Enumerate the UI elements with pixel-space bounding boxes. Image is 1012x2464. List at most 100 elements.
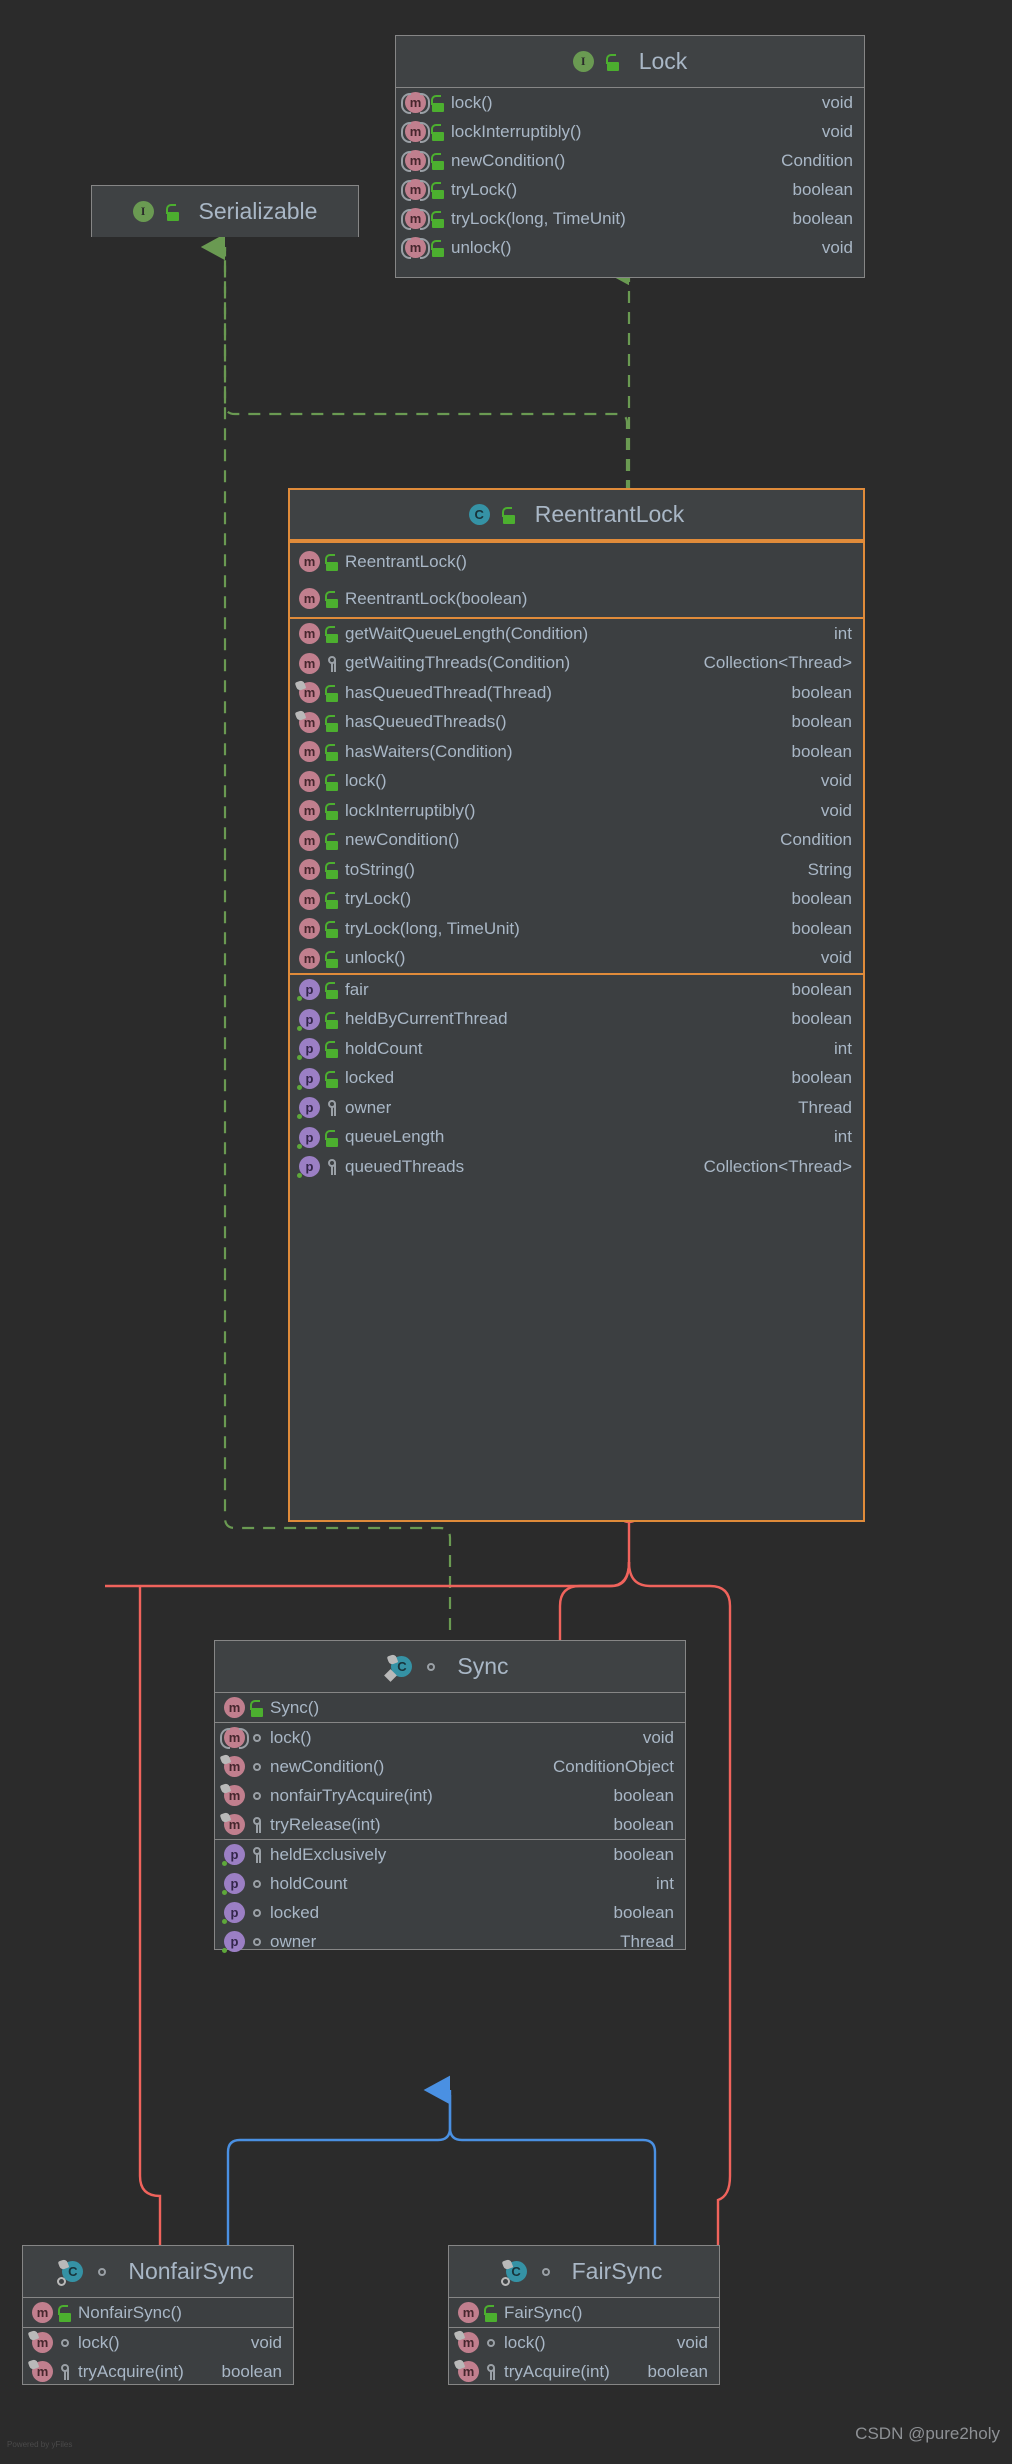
member-row[interactable]: m tryLock() boolean	[290, 885, 863, 915]
member-row[interactable]: m ReentrantLock()	[290, 543, 863, 580]
method-icon: m	[401, 121, 430, 143]
class-box-serializable[interactable]: I Serializable	[91, 185, 359, 237]
watermark-author: CSDN @pure2holy	[855, 2424, 1000, 2443]
members-section-methods: m lock() void m tryAcquire(int) boolean	[23, 2327, 293, 2386]
member-row[interactable]: m lock() void	[290, 767, 863, 797]
member-type: boolean	[791, 979, 852, 999]
member-row[interactable]: m unlock() void	[290, 944, 863, 974]
class-box-sync[interactable]: C Sync m Sync() m lock() void m newCondi…	[214, 1640, 686, 1953]
member-row[interactable]: m lock() void	[449, 2328, 719, 2357]
members-section-methods: m getWaitQueueLength(Condition) int m ge…	[290, 617, 863, 973]
protected-key-icon	[249, 1845, 265, 1864]
member-row[interactable]: m tryLock() boolean	[396, 175, 864, 204]
member-row[interactable]: m nonfairTryAcquire(int) boolean	[215, 1781, 685, 1810]
member-row[interactable]: m getWaitQueueLength(Condition) int	[290, 619, 863, 649]
member-row[interactable]: p queueLength int	[290, 1123, 863, 1153]
method-icon: m	[299, 770, 320, 792]
member-row[interactable]: m lock() void	[396, 88, 864, 117]
member-row[interactable]: m lockInterruptibly() void	[290, 796, 863, 826]
member-name: NonfairSync()	[78, 2302, 182, 2322]
package-private-icon	[94, 2262, 110, 2281]
member-type: boolean	[791, 918, 852, 938]
class-box-nonfairsync[interactable]: C NonfairSync m NonfairSync() m lock() v…	[22, 2245, 294, 2385]
member-row[interactable]: p holdCount int	[290, 1034, 863, 1064]
class-box-fairsync[interactable]: C FairSync m FairSync() m lock() void m	[448, 2245, 720, 2385]
member-row[interactable]: m newCondition() ConditionObject	[215, 1752, 685, 1781]
member-row[interactable]: p heldByCurrentThread boolean	[290, 1005, 863, 1035]
package-private-icon	[423, 1657, 439, 1676]
member-row[interactable]: m newCondition() Condition	[396, 146, 864, 175]
member-name: tryLock(long, TimeUnit)	[345, 918, 520, 938]
member-name: fair	[345, 979, 369, 999]
member-row[interactable]: m lockInterruptibly() void	[396, 117, 864, 146]
member-name: holdCount	[345, 1038, 423, 1058]
package-private-icon	[249, 1903, 265, 1922]
method-icon: m	[401, 179, 430, 201]
member-name: unlock()	[345, 948, 406, 968]
member-row[interactable]: m hasQueuedThreads() boolean	[290, 708, 863, 738]
member-type: Collection<Thread>	[703, 653, 852, 673]
class-box-lock[interactable]: I Lock m lock() void m lockInterruptibly…	[395, 35, 865, 278]
final-class-icon: C	[57, 2261, 84, 2286]
member-name: unlock()	[451, 237, 512, 257]
member-row[interactable]: m tryAcquire(int) boolean	[449, 2357, 719, 2386]
member-row[interactable]: p queuedThreads Collection<Thread>	[290, 1152, 863, 1182]
class-name: NonfairSync	[128, 2258, 254, 2284]
member-type: boolean	[791, 712, 852, 732]
member-row[interactable]: p locked boolean	[215, 1898, 685, 1927]
package-private-icon	[538, 2262, 554, 2281]
member-type: boolean	[613, 1844, 674, 1864]
member-row[interactable]: m tryLock(long, TimeUnit) boolean	[396, 204, 864, 233]
member-row[interactable]: p owner Thread	[290, 1093, 863, 1123]
public-padlock-icon	[483, 2303, 499, 2322]
member-row[interactable]: m lock() void	[23, 2328, 293, 2357]
member-row[interactable]: m ReentrantLock(boolean)	[290, 580, 863, 617]
member-type: Collection<Thread>	[703, 1156, 852, 1176]
class-box-reentrantlock[interactable]: C ReentrantLock m ReentrantLock() m Reen…	[288, 488, 865, 1522]
member-type: void	[250, 2332, 282, 2352]
member-row[interactable]: m unlock() void	[396, 233, 864, 262]
member-name: toString()	[345, 859, 415, 879]
member-row[interactable]: m hasWaiters(Condition) boolean	[290, 737, 863, 767]
class-name: Lock	[638, 48, 688, 74]
member-row[interactable]: m toString() String	[290, 855, 863, 885]
member-row[interactable]: p heldExclusively boolean	[215, 1840, 685, 1869]
public-padlock-icon	[430, 122, 446, 141]
member-row[interactable]: p holdCount int	[215, 1869, 685, 1898]
member-type: boolean	[613, 1902, 674, 1922]
member-name: tryLock()	[345, 889, 412, 909]
member-row[interactable]: p locked boolean	[290, 1064, 863, 1094]
member-row[interactable]: p fair boolean	[290, 975, 863, 1005]
public-padlock-icon	[324, 949, 340, 968]
member-name: newCondition()	[270, 1756, 385, 1776]
public-padlock-icon	[324, 624, 340, 644]
method-icon: m	[224, 1756, 245, 1777]
member-row[interactable]: m tryAcquire(int) boolean	[23, 2357, 293, 2386]
public-padlock-icon	[430, 180, 446, 199]
member-row[interactable]: m NonfairSync()	[23, 2298, 293, 2327]
public-padlock-icon	[324, 831, 340, 850]
property-icon: p	[297, 1008, 320, 1031]
member-row[interactable]: m newCondition() Condition	[290, 826, 863, 856]
class-icon: C	[468, 504, 490, 525]
class-name: ReentrantLock	[534, 501, 685, 527]
member-row[interactable]: m getWaitingThreads(Condition) Collectio…	[290, 649, 863, 679]
method-icon: m	[299, 918, 320, 940]
member-type: int	[656, 1873, 674, 1893]
member-type: Condition	[781, 150, 853, 170]
member-type: Condition	[780, 830, 852, 850]
member-type: boolean	[792, 179, 853, 199]
member-row[interactable]: p owner Thread	[215, 1927, 685, 1956]
member-row[interactable]: m Sync()	[215, 1693, 685, 1722]
member-type: boolean	[221, 2361, 282, 2381]
public-padlock-icon	[501, 505, 517, 524]
member-name: nonfairTryAcquire(int)	[270, 1785, 433, 1805]
property-icon: p	[222, 1873, 245, 1895]
protected-key-icon	[324, 1157, 340, 1176]
member-row[interactable]: m hasQueuedThread(Thread) boolean	[290, 678, 863, 708]
member-row[interactable]: m lock() void	[215, 1723, 685, 1752]
member-row[interactable]: m tryLock(long, TimeUnit) boolean	[290, 914, 863, 944]
method-icon: m	[220, 1727, 249, 1749]
member-row[interactable]: m tryRelease(int) boolean	[215, 1810, 685, 1839]
member-row[interactable]: m FairSync()	[449, 2298, 719, 2327]
